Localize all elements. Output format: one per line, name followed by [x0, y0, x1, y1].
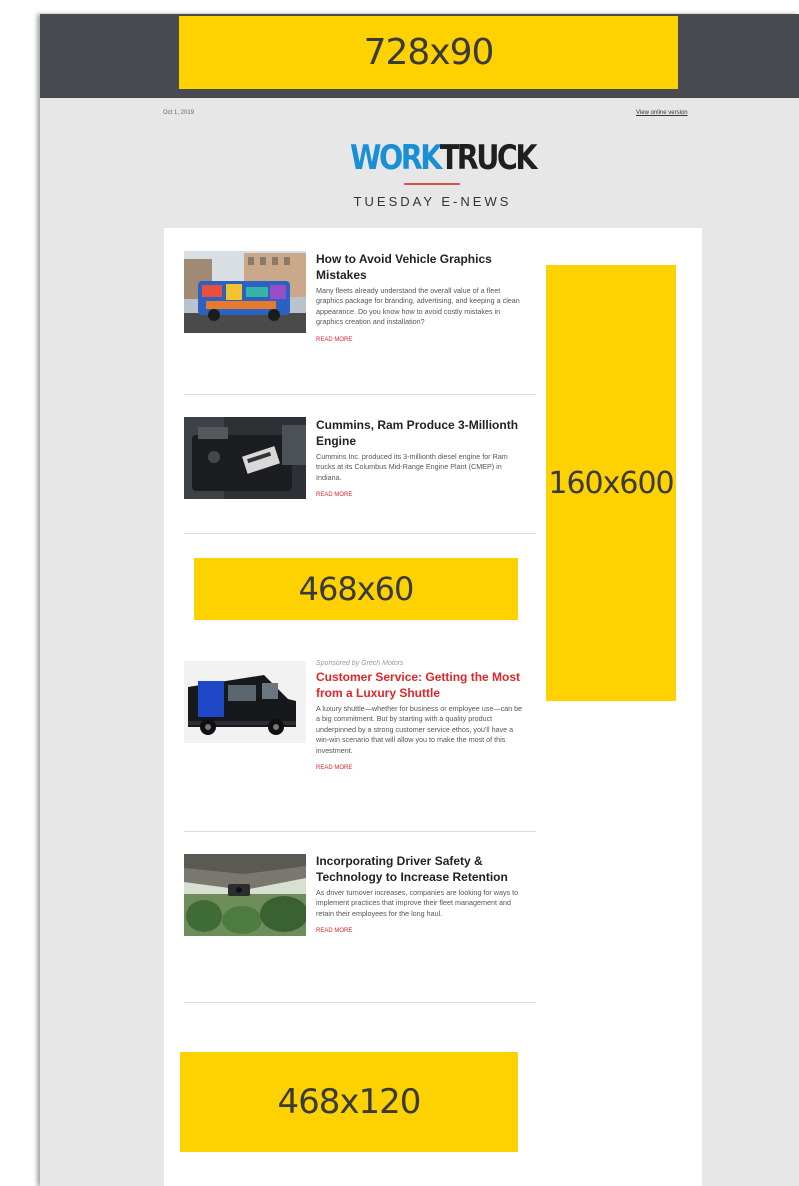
article-title[interactable]: Incorporating Driver Safety & Technology…	[316, 853, 526, 885]
article-title[interactable]: Cummins, Ram Produce 3-Millionth Engine	[316, 417, 526, 449]
article-divider	[184, 394, 536, 395]
article-thumb-shuttle[interactable]	[184, 661, 306, 743]
read-more-link[interactable]: READ MORE	[316, 492, 526, 498]
windshield-camera-photo	[184, 854, 306, 936]
article-summary: Cummins Inc. produced its 3-millionth di…	[316, 452, 508, 482]
logo-work: WORK	[350, 138, 442, 178]
article-summary: Many fleets already understand the overa…	[316, 286, 520, 327]
shuttle-van-photo	[184, 661, 306, 743]
logo-divider	[404, 183, 460, 185]
issue-date: Oct 1, 2019	[163, 110, 195, 116]
article-summary: As driver turnover increases, companies …	[316, 888, 519, 918]
skyscraper-ad[interactable]: 160x600	[546, 265, 676, 701]
article-shuttle: Sponsored by Grech Motors Customer Servi…	[316, 660, 526, 771]
article-title[interactable]: How to Avoid Vehicle Graphics Mistakes	[316, 251, 526, 283]
article-thumb-driver-safety[interactable]	[184, 854, 306, 936]
article-divider	[184, 831, 536, 832]
article-thumb-graphics[interactable]	[184, 251, 306, 333]
article-engine: Cummins, Ram Produce 3-Millionth Engine …	[316, 417, 526, 498]
read-more-link[interactable]: READ MORE	[316, 928, 526, 934]
leaderboard-ad[interactable]: 728x90	[179, 16, 678, 89]
article-summary: A luxury shuttle—whether for business or…	[316, 704, 523, 755]
worktruck-logo[interactable]: WORKTRUCK	[350, 138, 538, 178]
article-divider	[184, 1002, 536, 1003]
banner-ad-468x60[interactable]: 468x60	[194, 558, 518, 620]
wrapped-truck-photo	[184, 251, 306, 333]
logo-truck: TRUCK	[439, 138, 538, 178]
newsletter-subtitle: TUESDAY E-NEWS	[353, 194, 512, 209]
view-online-link[interactable]: View online version	[636, 110, 688, 116]
article-graphics: How to Avoid Vehicle Graphics Mistakes M…	[316, 251, 526, 343]
article-thumb-engine[interactable]	[184, 417, 306, 499]
engine-photo	[184, 417, 306, 499]
read-more-link[interactable]: READ MORE	[316, 337, 526, 343]
banner-ad-468x120[interactable]: 468x120	[180, 1052, 518, 1152]
article-divider	[184, 533, 536, 534]
article-driver-safety: Incorporating Driver Safety & Technology…	[316, 853, 526, 934]
read-more-link[interactable]: READ MORE	[316, 765, 526, 771]
article-title[interactable]: Customer Service: Getting the Most from …	[316, 669, 526, 701]
sponsor-label: Sponsored by Grech Motors	[316, 660, 404, 667]
